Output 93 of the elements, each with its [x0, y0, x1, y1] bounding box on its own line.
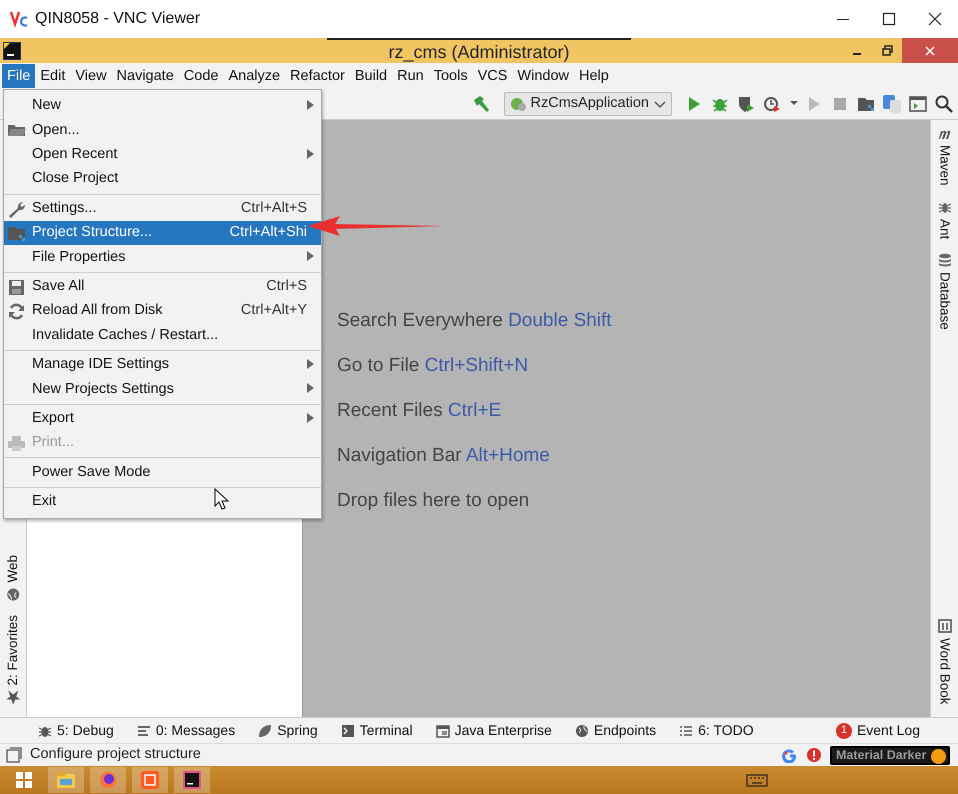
- wrench-icon: [7, 200, 26, 219]
- hint-text: Search Everywhere Double Shift: [337, 309, 613, 333]
- submenu-arrow-icon: [306, 148, 315, 160]
- menu-item[interactable]: Save All Ctrl+S: [4, 274, 321, 300]
- menu-item[interactable]: Edit: [35, 64, 70, 88]
- search-icon[interactable]: [934, 94, 954, 114]
- globe-icon: [574, 724, 589, 738]
- menu-item[interactable]: File: [2, 64, 36, 88]
- restore-icon[interactable]: [882, 45, 892, 56]
- menu-item[interactable]: VCS: [472, 64, 512, 88]
- run-configuration-dropdown[interactable]: RzCmsApplication: [504, 92, 672, 116]
- menu-item[interactable]: Project Structure... Ctrl+Alt+Shi: [4, 220, 321, 246]
- submenu-arrow-icon: [306, 358, 315, 370]
- browser-icon[interactable]: [98, 770, 118, 790]
- menu-item[interactable]: Refactor: [285, 64, 350, 88]
- browser-icon[interactable]: [90, 767, 126, 793]
- window-title: QIN8058 - VNC Viewer: [35, 9, 200, 29]
- menu-item[interactable]: Reload All from Disk Ctrl+Alt+Y: [4, 299, 321, 324]
- event-log-tab[interactable]: 1 Event Log: [836, 720, 920, 741]
- menu-item[interactable]: Tools: [428, 64, 473, 88]
- tool-window-tab[interactable]: Maven: [934, 126, 955, 186]
- tool-window-tab[interactable]: 2: Favorites: [2, 615, 24, 705]
- tool-window-tab[interactable]: 5: Debug: [38, 720, 114, 741]
- tool-window-tab[interactable]: Spring: [258, 720, 318, 741]
- submenu-arrow-icon: [306, 99, 315, 111]
- notification-count: 1: [836, 722, 852, 738]
- hint-text: Navigation Bar Alt+Home: [337, 444, 551, 468]
- save-icon: [7, 278, 26, 297]
- clock-icon[interactable]: [762, 94, 782, 114]
- database-icon: [938, 252, 952, 267]
- theme-indicator[interactable]: Material Darker: [830, 746, 950, 764]
- menu-item[interactable]: Navigate: [112, 64, 179, 88]
- submenu-arrow-icon: [306, 382, 315, 394]
- app-icon[interactable]: [132, 767, 168, 793]
- globe-icon: [6, 587, 20, 602]
- tool-window-tab[interactable]: 0: Messages: [136, 720, 236, 741]
- tool-window-tab[interactable]: Database: [934, 252, 955, 330]
- menu-item[interactable]: Open...: [4, 118, 321, 143]
- menu-item[interactable]: Code: [178, 64, 224, 88]
- menu-item[interactable]: Export: [4, 406, 321, 432]
- close-icon[interactable]: [927, 11, 943, 27]
- menu-item[interactable]: Settings... Ctrl+Alt+S: [4, 196, 321, 221]
- error-icon[interactable]: [806, 747, 822, 763]
- intellij-logo-icon: [3, 42, 21, 60]
- mouse-pointer-icon: [214, 488, 230, 510]
- panel-icon[interactable]: [6, 747, 22, 763]
- menu-item[interactable]: File Properties: [4, 245, 321, 270]
- menu-item[interactable]: New: [4, 94, 321, 118]
- tool-window-tab[interactable]: Word Book: [934, 619, 955, 705]
- submenu-arrow-icon: [306, 250, 315, 262]
- list-icon: [679, 724, 694, 738]
- terminal-icon: [340, 724, 355, 738]
- intellij-logo-icon[interactable]: [182, 770, 202, 790]
- menu-item[interactable]: Exit: [4, 490, 321, 514]
- hint-text: Drop files here to open: [337, 489, 530, 513]
- menu-item[interactable]: Invalidate Caches / Restart...: [4, 324, 321, 348]
- tool-window-tab[interactable]: Web: [2, 554, 24, 602]
- menu-item[interactable]: Run: [392, 64, 429, 88]
- menu-item[interactable]: View: [70, 64, 112, 88]
- menu-item[interactable]: Manage IDE Settings: [4, 352, 321, 378]
- menu-item[interactable]: Power Save Mode: [4, 460, 321, 485]
- lines-icon: [136, 724, 151, 738]
- menu-item[interactable]: New Projects Settings: [4, 377, 321, 402]
- book-icon: [938, 619, 952, 634]
- refresh-icon: [7, 302, 26, 322]
- window-icon: [436, 724, 450, 738]
- star-icon: [6, 691, 20, 705]
- submenu-arrow-icon: [306, 412, 315, 424]
- menu-item[interactable]: Analyze: [223, 64, 286, 88]
- hint-text: Recent Files Ctrl+E: [337, 399, 502, 423]
- tool-window-tab[interactable]: Terminal: [340, 720, 413, 741]
- windows-logo-icon[interactable]: [14, 770, 34, 790]
- status-message: Configure project structure: [30, 745, 201, 764]
- tool-window-tab[interactable]: 6: TODO: [679, 720, 754, 741]
- menu-item[interactable]: Build: [350, 64, 392, 88]
- keyboard-icon[interactable]: [746, 772, 768, 788]
- tool-window-tab[interactable]: Endpoints: [574, 720, 656, 741]
- app-icon[interactable]: [140, 770, 160, 790]
- hint-text: Go to File Ctrl+Shift+N: [337, 354, 530, 378]
- window-icon[interactable]: [908, 94, 928, 114]
- menu-item[interactable]: Help: [574, 64, 614, 88]
- shield-icon[interactable]: [736, 94, 756, 114]
- menu-item[interactable]: Close Project: [4, 167, 321, 192]
- tool-window-tab[interactable]: Java Enterprise: [436, 720, 552, 741]
- maximize-icon[interactable]: [881, 11, 897, 27]
- hammer-icon[interactable]: [472, 94, 492, 114]
- intellij-logo-icon[interactable]: [174, 767, 210, 793]
- vnc-logo-icon: [9, 9, 29, 29]
- printer-icon: [7, 434, 26, 454]
- menu-item[interactable]: Open Recent: [4, 142, 321, 168]
- menu-item[interactable]: Window: [512, 64, 574, 88]
- google-icon[interactable]: [782, 747, 798, 763]
- tool-window-tab[interactable]: Ant: [934, 200, 955, 239]
